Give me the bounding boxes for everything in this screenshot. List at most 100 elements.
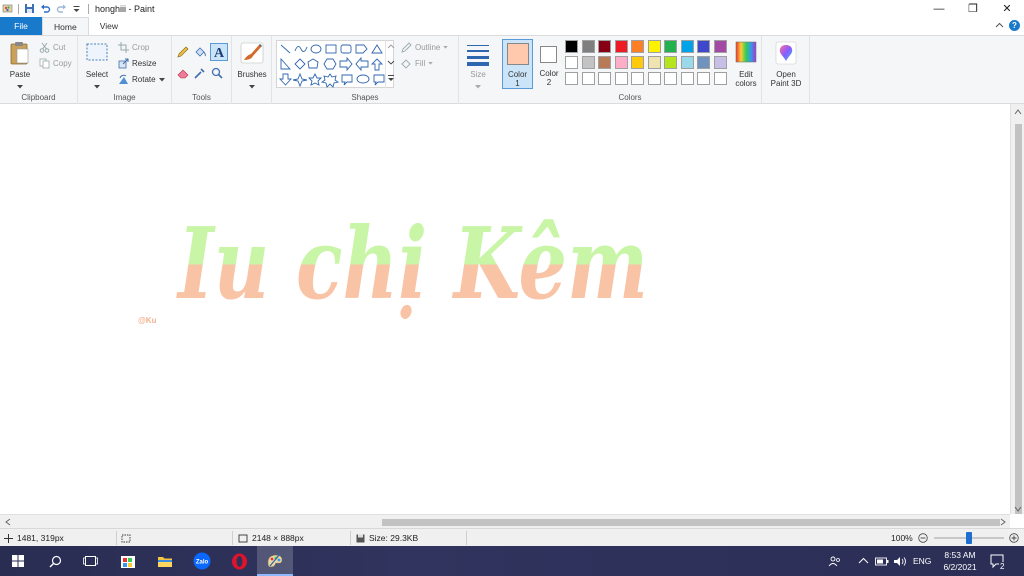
palette-swatch[interactable] — [565, 72, 578, 85]
palette-swatch[interactable] — [713, 56, 727, 69]
pencil-tool[interactable] — [176, 45, 190, 59]
battery-indicator[interactable] — [875, 546, 889, 576]
palette-swatch[interactable] — [565, 40, 578, 53]
eraser-tool[interactable] — [176, 66, 190, 80]
text-tool[interactable]: A — [210, 43, 228, 61]
magnifier-tool[interactable] — [210, 66, 224, 80]
paste-button[interactable]: Paste — [4, 39, 36, 89]
task-view-button[interactable] — [72, 546, 108, 576]
shapes-scroll[interactable] — [385, 40, 395, 88]
select-button[interactable]: Select — [82, 39, 112, 89]
palette-swatch[interactable] — [598, 56, 611, 69]
palette-swatch[interactable] — [614, 40, 628, 53]
search-button[interactable] — [37, 546, 73, 576]
size-dropdown-chevron-icon[interactable] — [475, 81, 481, 91]
language-indicator[interactable]: ENG — [913, 546, 931, 576]
rotate-dropdown-chevron-icon[interactable] — [158, 77, 165, 82]
taskbar-opera[interactable] — [221, 546, 257, 576]
action-center-button[interactable]: 2 — [990, 546, 1006, 576]
collapse-ribbon-chevron-icon[interactable] — [995, 21, 1004, 32]
palette-swatch[interactable] — [647, 72, 661, 85]
zoom-out-button[interactable] — [918, 529, 928, 547]
palette-swatch[interactable] — [581, 72, 595, 85]
tab-view[interactable]: View — [89, 17, 129, 35]
scroll-right-chevron-icon[interactable] — [998, 515, 1008, 529]
edit-colors-button[interactable]: Edit colors — [730, 39, 762, 89]
tab-file[interactable]: File — [0, 17, 42, 35]
palette-swatch[interactable] — [631, 72, 644, 85]
zoom-slider-thumb[interactable] — [966, 532, 972, 544]
palette-swatch[interactable] — [680, 72, 694, 85]
people-button[interactable] — [828, 546, 841, 576]
taskbar-paint[interactable] — [257, 546, 293, 576]
palette-swatch[interactable] — [680, 40, 694, 53]
show-hidden-icons-button[interactable] — [858, 546, 869, 576]
scroll-down-chevron-icon[interactable] — [1011, 504, 1024, 514]
vertical-scroll-thumb[interactable] — [1015, 124, 1022, 514]
color-picker-tool[interactable] — [193, 66, 207, 80]
taskbar-file-explorer[interactable] — [147, 546, 183, 576]
palette-swatch[interactable] — [647, 40, 661, 53]
open-paint3d-button[interactable]: Open Paint 3D — [766, 39, 806, 89]
vertical-scrollbar[interactable] — [1010, 104, 1024, 514]
taskbar-zalo[interactable]: Zalo — [184, 546, 220, 576]
save-icon[interactable] — [24, 3, 35, 14]
palette-swatch[interactable] — [713, 40, 727, 53]
cut-button[interactable]: Cut — [39, 42, 65, 53]
size-button[interactable]: Size — [462, 39, 494, 89]
start-button[interactable] — [0, 546, 36, 576]
palette-swatch[interactable] — [614, 72, 628, 85]
scroll-up-chevron-icon[interactable] — [1011, 107, 1024, 117]
palette-swatch[interactable] — [664, 72, 677, 85]
palette-swatch[interactable] — [581, 56, 595, 69]
close-button[interactable]: ✕ — [990, 0, 1024, 17]
paste-dropdown-chevron-icon[interactable] — [17, 81, 23, 91]
palette-swatch[interactable] — [598, 72, 611, 85]
paint-app-icon[interactable] — [2, 3, 13, 14]
shapes-gallery[interactable] — [276, 40, 394, 88]
redo-icon[interactable] — [56, 3, 67, 14]
horizontal-scroll-thumb[interactable] — [382, 519, 1000, 526]
palette-swatch[interactable] — [647, 56, 661, 69]
minimize-button[interactable]: — — [922, 0, 956, 17]
color1-button[interactable]: Color 1 — [502, 39, 533, 89]
copy-button[interactable]: Copy — [39, 58, 72, 69]
palette-swatch[interactable] — [565, 56, 578, 69]
brushes-button[interactable]: Brushes — [235, 39, 269, 89]
select-dropdown-chevron-icon[interactable] — [94, 81, 100, 91]
undo-icon[interactable] — [40, 3, 51, 14]
tab-home[interactable]: Home — [42, 17, 89, 35]
palette-swatch[interactable] — [697, 56, 710, 69]
palette-swatch[interactable] — [614, 56, 628, 69]
palette-swatch[interactable] — [697, 40, 710, 53]
scroll-left-chevron-icon[interactable] — [3, 515, 13, 529]
rotate-button[interactable]: Rotate — [118, 74, 165, 85]
restore-button[interactable]: ❐ — [956, 0, 990, 17]
palette-swatch[interactable] — [581, 40, 595, 53]
fill-button[interactable]: Fill — [400, 58, 433, 69]
clock[interactable]: 8:53 AM 6/2/2021 — [938, 546, 982, 576]
resize-button[interactable]: Resize — [118, 58, 156, 69]
palette-swatch[interactable] — [713, 72, 727, 85]
palette-swatch[interactable] — [664, 40, 677, 53]
zoom-slider[interactable] — [934, 529, 1004, 547]
taskbar-app-store[interactable] — [110, 546, 146, 576]
outline-button[interactable]: Outline — [400, 42, 449, 53]
zoom-in-button[interactable] — [1009, 529, 1019, 547]
color2-button[interactable]: Color 2 — [535, 39, 563, 89]
canvas-area[interactable]: Iu chị Kêm @Ku — [0, 104, 1024, 528]
drawing-canvas[interactable]: Iu chị Kêm @Ku — [0, 104, 1010, 514]
palette-swatch[interactable] — [631, 56, 644, 69]
crop-button[interactable]: Crop — [118, 42, 149, 53]
horizontal-scrollbar[interactable] — [0, 514, 1010, 528]
customize-qat-chevron-icon[interactable] — [72, 3, 83, 14]
fill-with-color-tool[interactable] — [193, 45, 207, 59]
palette-swatch[interactable] — [664, 56, 677, 69]
palette-swatch[interactable] — [697, 72, 710, 85]
volume-indicator[interactable] — [893, 546, 907, 576]
palette-swatch[interactable] — [598, 40, 611, 53]
brushes-dropdown-chevron-icon[interactable] — [249, 81, 255, 91]
help-icon[interactable]: ? — [1009, 20, 1020, 31]
palette-swatch[interactable] — [680, 56, 694, 69]
palette-swatch[interactable] — [631, 40, 644, 53]
